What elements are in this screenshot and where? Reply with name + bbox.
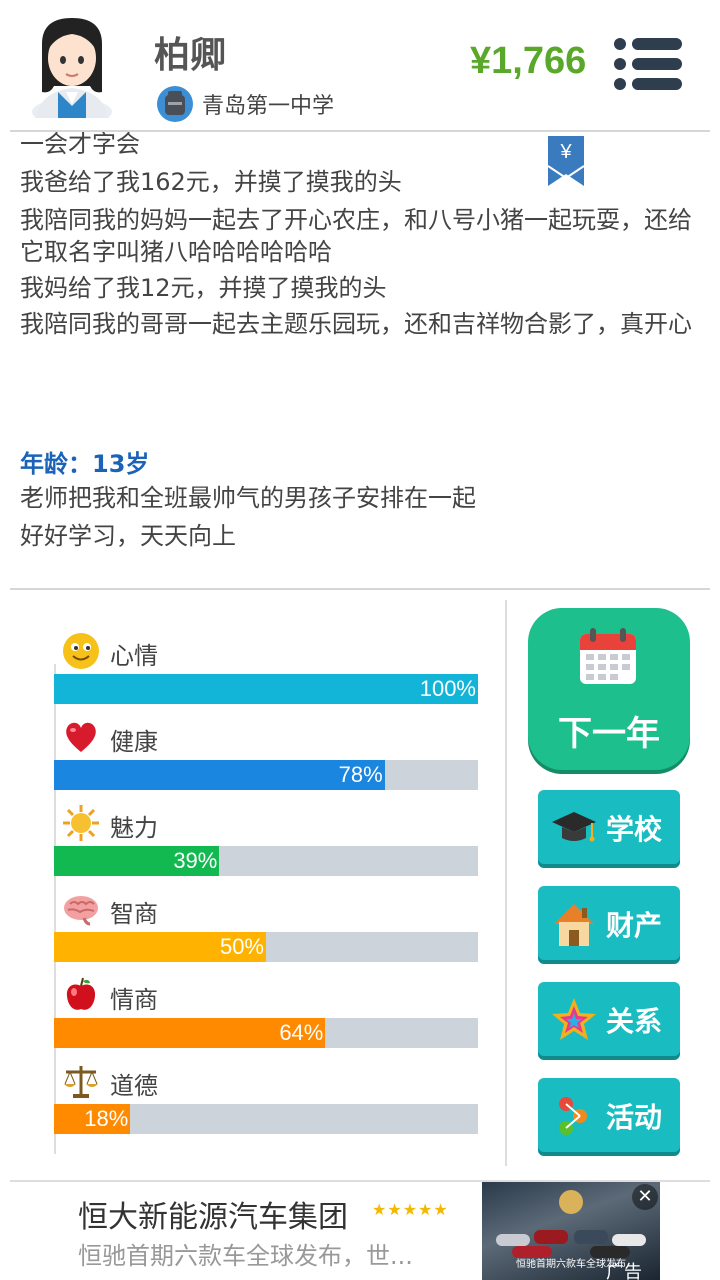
bookmark-symbol: ¥ <box>559 141 572 163</box>
brain-icon <box>64 896 98 926</box>
school-bag-icon <box>157 86 193 122</box>
school-info[interactable]: 青岛第一中学 <box>156 84 334 124</box>
stat-morality: 道德 18% <box>54 1062 478 1148</box>
ad-title: 恒大新能源汽车集团 <box>78 1200 348 1235</box>
money-bookmark-icon[interactable]: ¥ <box>546 136 586 186</box>
assets-button[interactable]: 财产 <box>538 886 680 960</box>
relations-label: 关系 <box>606 1005 663 1038</box>
stat-label: 智商 <box>110 900 158 928</box>
stat-percent: 39% <box>173 848 218 873</box>
stat-percent: 18% <box>84 1106 129 1131</box>
stat-bar: 50% <box>54 932 478 962</box>
school-name: 青岛第一中学 <box>202 94 335 119</box>
activities-button[interactable]: 活动 <box>538 1078 680 1152</box>
stat-label: 情商 <box>110 986 158 1014</box>
stat-bar-fill: 50% <box>54 932 266 962</box>
age-label: 年龄：13岁 <box>20 450 150 478</box>
heart-icon <box>66 722 96 752</box>
scales-icon <box>64 1066 98 1098</box>
activity-dots-icon <box>559 1097 587 1135</box>
stat-bar: 100% <box>54 674 478 704</box>
stat-bar-fill: 78% <box>54 760 385 790</box>
stat-bar: 18% <box>54 1104 478 1134</box>
panel-divider <box>505 600 507 1166</box>
stat-bar-fill: 18% <box>54 1104 131 1134</box>
stat-percent: 64% <box>279 1020 324 1045</box>
activities-label: 活动 <box>606 1101 663 1134</box>
house-icon <box>554 904 594 946</box>
stat-mood: 心情 100% <box>54 632 478 718</box>
relations-button[interactable]: 关系 <box>538 982 680 1056</box>
calendar-icon <box>580 628 636 684</box>
log-line: 我陪同我的哥哥一起去主题乐园玩，还和吉祥物合影了，真开心 <box>20 310 692 338</box>
stats-panel: 心情 100% 健康 78% 魅力 39% 智商 50% 情商 64% 道德 1… <box>0 590 505 1170</box>
log-line: 好好学习，天天向上 <box>20 522 236 550</box>
graduation-cap-icon <box>552 812 596 842</box>
menu-icon[interactable] <box>612 36 684 92</box>
stat-bar-fill: 39% <box>54 846 220 876</box>
stat-percent: 100% <box>419 676 476 701</box>
ad-rating: ★★★★★ <box>372 1200 449 1219</box>
next-year-button[interactable]: 下一年 <box>528 608 690 770</box>
school-label: 学校 <box>606 813 663 846</box>
stat-percent: 50% <box>219 934 264 959</box>
ad-subtitle: 恒驰首期六款车全球发布，世... <box>78 1242 413 1270</box>
next-year-label: 下一年 <box>558 714 660 754</box>
stat-bar: 39% <box>54 846 478 876</box>
stat-bar-fill: 100% <box>54 674 478 704</box>
stat-bar: 64% <box>54 1018 478 1048</box>
ad-tag: 广告 <box>606 1262 642 1280</box>
profile-header: 柏卿 青岛第一中学 ¥1,766 <box>0 0 720 132</box>
log-line: 一会才字会 <box>20 132 140 158</box>
stat-label: 魅力 <box>110 814 158 842</box>
stat-bar: 78% <box>54 760 478 790</box>
avatar[interactable] <box>28 14 116 118</box>
ad-close-button[interactable]: ✕ <box>632 1184 658 1210</box>
life-log[interactable]: 一会才字会 我爸给了我162元，并摸了摸我的头 我陪同我的妈妈一起去了开心农庄，… <box>0 132 720 588</box>
money-balance: ¥1,766 <box>470 40 587 82</box>
stat-charm: 魅力 39% <box>54 804 478 890</box>
stat-label: 健康 <box>110 728 158 756</box>
stat-percent: 78% <box>338 762 383 787</box>
stat-health: 健康 78% <box>54 718 478 804</box>
log-line: 我爸给了我162元，并摸了摸我的头 <box>20 168 402 196</box>
stat-label: 心情 <box>110 642 158 670</box>
stat-iq: 智商 50% <box>54 890 478 976</box>
stat-eq: 情商 64% <box>54 976 478 1062</box>
stat-bar-fill: 64% <box>54 1018 326 1048</box>
stat-label: 道德 <box>110 1072 158 1100</box>
assets-label: 财产 <box>606 909 663 942</box>
apple-icon <box>66 977 96 1010</box>
log-line: 我妈给了我12元，并摸了摸我的头 <box>20 274 387 302</box>
school-button[interactable]: 学校 <box>538 790 680 864</box>
ad-banner[interactable]: 恒大新能源汽车集团 ★★★★★ 恒驰首期六款车全球发布，世... 恒驰首期六款车… <box>60 1182 660 1280</box>
sun-icon <box>63 805 99 841</box>
star-icon <box>552 998 596 1040</box>
log-line: 老师把我和全班最帅气的男孩子安排在一起 <box>20 484 476 512</box>
log-line: 我陪同我的妈妈一起去了开心农庄，和八号小猪一起玩耍，还给它取名字叫猪八哈哈哈哈哈… <box>20 206 692 266</box>
smiley-icon <box>63 633 99 669</box>
player-name: 柏卿 <box>154 35 227 76</box>
